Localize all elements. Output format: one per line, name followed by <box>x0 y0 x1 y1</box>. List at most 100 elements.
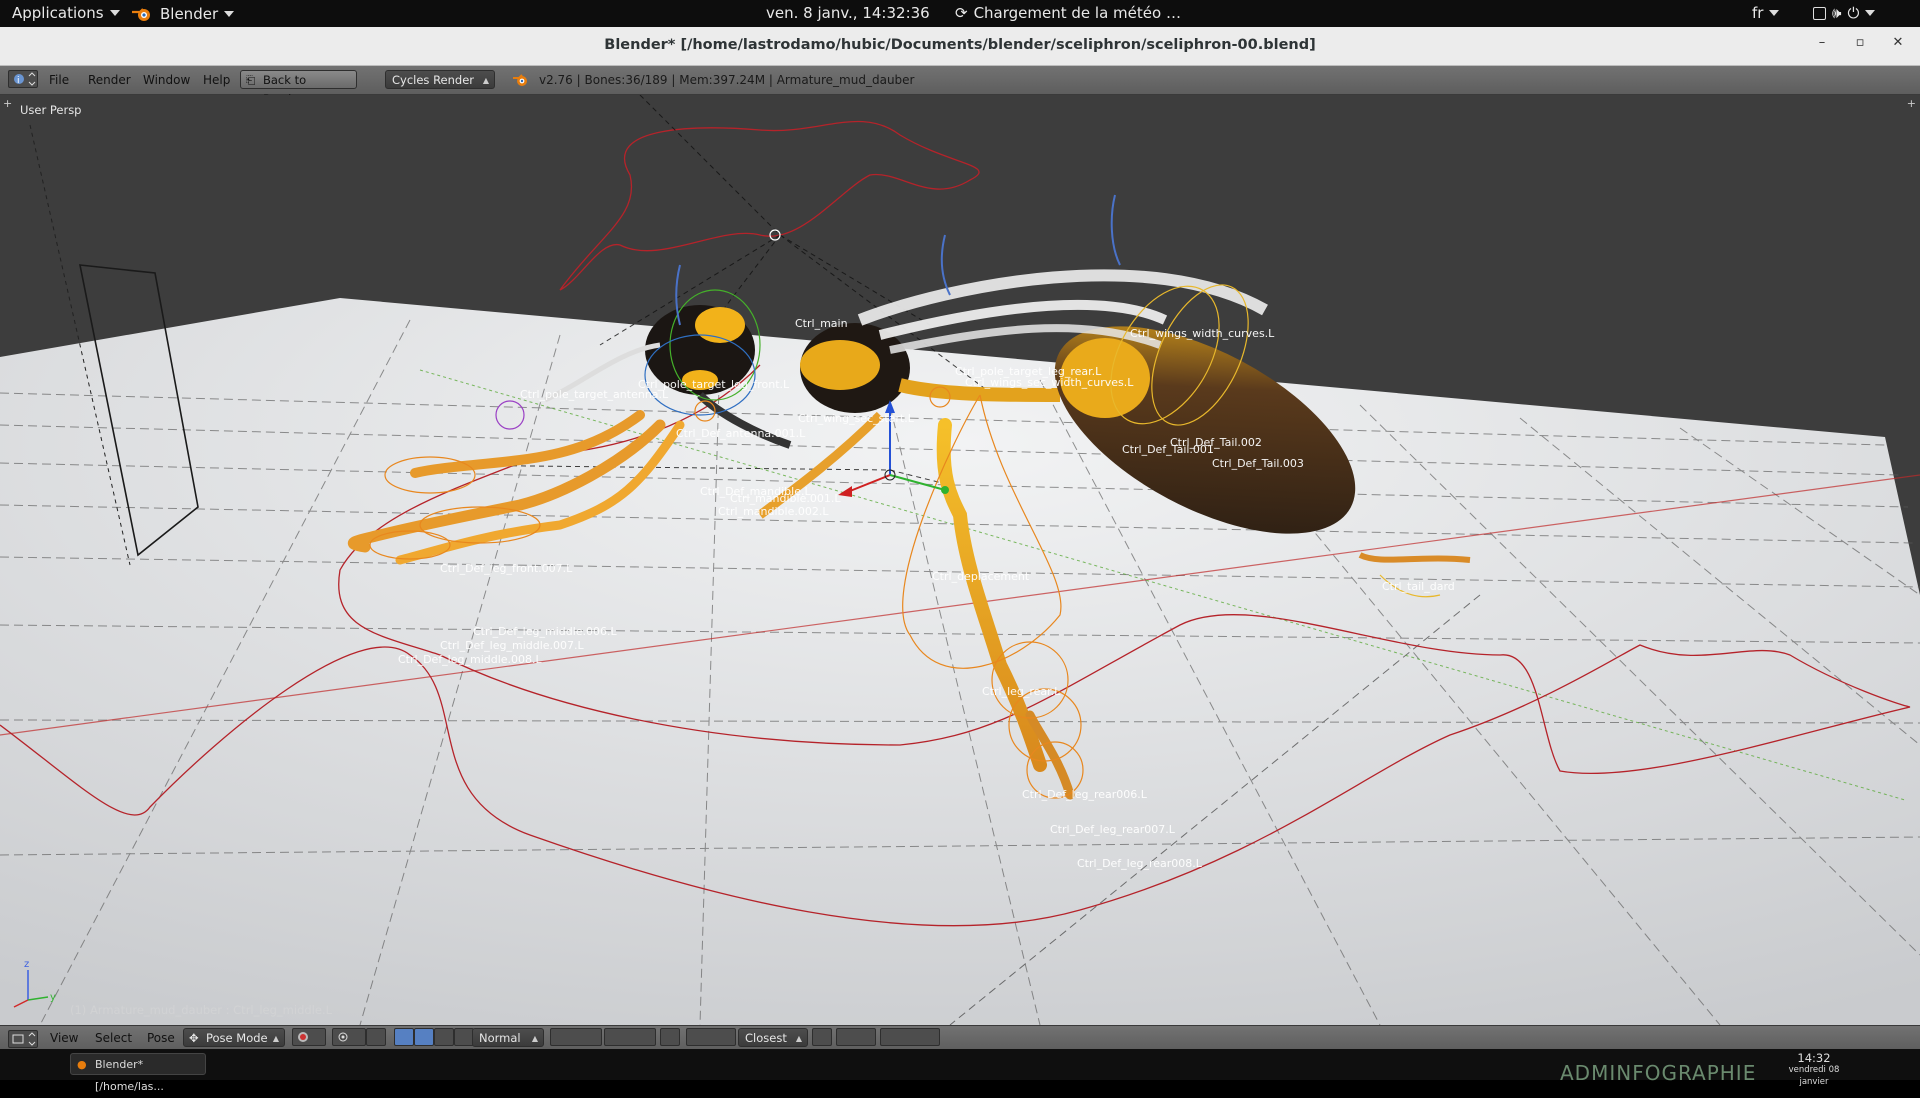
pose-mode-icon: ✥ <box>189 1031 199 1045</box>
chevron-down-icon <box>224 11 235 17</box>
bone-label: Ctrl_Def_leg_rear007.L <box>1050 823 1176 836</box>
bone-label: Ctrl_Def_leg_middle.006.L <box>473 625 618 638</box>
scale-manipulator-icon[interactable] <box>434 1028 454 1046</box>
bone-label: Ctrl_Def_antenna.001.L <box>676 427 806 440</box>
menu-window[interactable]: Window <box>143 73 190 87</box>
bone-label: Ctrl_leg_rear.L <box>982 685 1061 698</box>
window-title: Blender* [/home/lastrodamo/hubic/Documen… <box>604 37 1316 53</box>
editor-type-icon[interactable]: i <box>8 70 38 88</box>
bone-label: Ctrl_mandible.002.L <box>718 505 829 518</box>
minimize-button[interactable]: – <box>1812 35 1832 55</box>
layer-lock-icon[interactable] <box>660 1028 680 1046</box>
3d-viewport[interactable]: Ctrl_main Ctrl_wings_width_curves.L Ctrl… <box>0 95 1920 1025</box>
taskbar-clock[interactable]: 14:32 vendredi 08 janvier <box>1776 1052 1852 1088</box>
active-object-status: (1) Armature_mud_dauber : Ctrl_leg_middl… <box>70 1003 333 1017</box>
volume-icon: 🕪 <box>1832 4 1842 22</box>
render-preview-icons[interactable] <box>836 1028 876 1046</box>
snap-rotate-icon[interactable] <box>812 1028 832 1046</box>
transform-orientation-select[interactable]: Normal ▲ <box>472 1028 544 1047</box>
scene-info: v2.76 | Bones:36/189 | Mem:397.24M | Arm… <box>539 73 915 87</box>
taskbar-date: vendredi 08 janvier <box>1788 1065 1840 1087</box>
wing-1 <box>857 269 1268 326</box>
taskbar-time: 14:32 <box>1797 1051 1831 1065</box>
app-menu-label: Blender <box>160 5 219 23</box>
power-icon: ⏻ <box>1847 4 1860 22</box>
menu-pose[interactable]: Pose <box>147 1031 175 1045</box>
rotate-manipulator-icon[interactable] <box>414 1028 434 1046</box>
info-header: i File Render Window Help ⎗ Back to Prev… <box>0 66 1920 106</box>
applications-label: Applications <box>12 4 104 22</box>
mode-select[interactable]: ✥ Pose Mode ▲ <box>183 1028 285 1047</box>
blender-logo-icon: ● <box>77 1058 87 1071</box>
bone-label: Ctrl_Def_leg_rear006.L <box>1022 788 1148 801</box>
region-toggle-plus-icon[interactable]: + <box>3 97 12 110</box>
snap-target-select[interactable]: Closest ▲ <box>738 1028 808 1047</box>
menu-select[interactable]: Select <box>95 1031 132 1045</box>
pivot-point-button[interactable] <box>332 1028 366 1046</box>
bone-label: Ctrl_Def_leg_middle.007.L <box>440 639 585 652</box>
bone-label: Ctrl_main <box>795 317 848 330</box>
up-down-arrows-icon: ▲ <box>531 1034 538 1043</box>
blender-logo-icon <box>513 74 527 86</box>
menu-render[interactable]: Render <box>88 73 131 87</box>
3d-view-header: View Select Pose ✥ Pose Mode ▲ Normal ▲ … <box>0 1025 1920 1050</box>
bone-label: Ctrl_pole_target_leg_front.L <box>638 378 790 391</box>
chevron-down-icon <box>1865 10 1876 16</box>
bone-label: Ctrl_mandible.001.L <box>730 492 841 505</box>
transform-orientation-label: Normal <box>479 1031 521 1045</box>
applications-menu[interactable]: Applications <box>12 4 120 22</box>
region-toggle-plus-icon[interactable]: + <box>1907 97 1916 110</box>
up-down-arrows-icon: ▲ <box>795 1034 802 1043</box>
chevron-down-icon <box>1769 10 1780 16</box>
bone-label: Ctrl_wings_width_curves.L <box>1130 327 1275 340</box>
wasp-thorax-mark <box>800 340 880 390</box>
editor-type-icon[interactable] <box>8 1030 38 1048</box>
bone-label: Ctrl_wing_sec_start.L <box>798 412 915 425</box>
render-engine-label: Cycles Render <box>392 73 475 87</box>
manipulator-toggle-icon[interactable] <box>366 1028 386 1046</box>
mode-label: Pose Mode <box>206 1031 268 1045</box>
keyboard-layout[interactable]: fr <box>1752 4 1780 22</box>
refresh-icon: ⟳ <box>955 4 968 22</box>
back-to-previous-button[interactable]: ⎗ Back to Previous <box>240 70 357 106</box>
weather-indicator[interactable]: ⟳ Chargement de la météo … <box>955 4 1181 22</box>
bone-label: Ctrl_tail_dard <box>1382 580 1455 593</box>
transform-orientation-icon[interactable] <box>454 1028 474 1046</box>
pose-copy-paste-icons[interactable] <box>880 1028 940 1046</box>
bone-label: Ctrl_deplacement <box>932 570 1030 583</box>
top-red-curve <box>559 120 980 291</box>
proportional-edit-icon[interactable] <box>686 1028 736 1046</box>
viewport-shading-button[interactable] <box>292 1028 326 1046</box>
system-top-bar: Applications Blender ven. 8 janv., 14:32… <box>0 0 1920 27</box>
layers-grid-1[interactable] <box>550 1028 602 1046</box>
window-title-bar[interactable]: Blender* [/home/lastrodamo/hubic/Documen… <box>0 27 1920 66</box>
taskbar: ● Blender* [/home/las... ADMINFOGRAPHIE … <box>0 1049 1920 1093</box>
close-button[interactable]: ✕ <box>1888 35 1908 55</box>
screen-back-icon: ⎗ <box>246 73 256 87</box>
svg-text:z: z <box>24 959 29 970</box>
svg-text:i: i <box>17 76 20 86</box>
render-engine-select[interactable]: Cycles Render ▲ <box>385 70 495 89</box>
menu-help[interactable]: Help <box>203 73 230 87</box>
menu-file[interactable]: File <box>49 73 69 87</box>
translate-manipulator-icon[interactable] <box>394 1028 414 1046</box>
ground-plane <box>0 298 1920 1025</box>
menu-view[interactable]: View <box>50 1031 78 1045</box>
bone-label: Ctrl_Def_Tail.003 <box>1212 457 1304 470</box>
system-menu[interactable]: 🕪 ⏻ <box>1813 4 1876 22</box>
bone-label: Ctrl_Def_leg_front.007.L <box>440 562 573 575</box>
clock[interactable]: ven. 8 janv., 14:32:36 <box>766 4 930 22</box>
task-blender-window[interactable]: ● Blender* [/home/las... <box>70 1053 206 1093</box>
viewport-scene[interactable]: Ctrl_main Ctrl_wings_width_curves.L Ctrl… <box>0 95 1920 1025</box>
blender-logo-icon <box>132 8 150 21</box>
bone-label: Ctrl_Def_leg_rear008.L <box>1077 857 1203 870</box>
snap-target-label: Closest <box>745 1031 787 1045</box>
view-label: User Persp <box>20 103 82 117</box>
bone-label: Ctrl_wings_sec_width_curves.L <box>965 376 1134 389</box>
maximize-button[interactable]: ▫ <box>1850 35 1870 55</box>
chevron-down-icon <box>109 10 120 16</box>
layers-grid-2[interactable] <box>604 1028 656 1046</box>
window-icon <box>1813 6 1826 20</box>
app-menu[interactable]: Blender <box>130 4 235 24</box>
watermark: ADMINFOGRAPHIE <box>1560 1061 1757 1085</box>
